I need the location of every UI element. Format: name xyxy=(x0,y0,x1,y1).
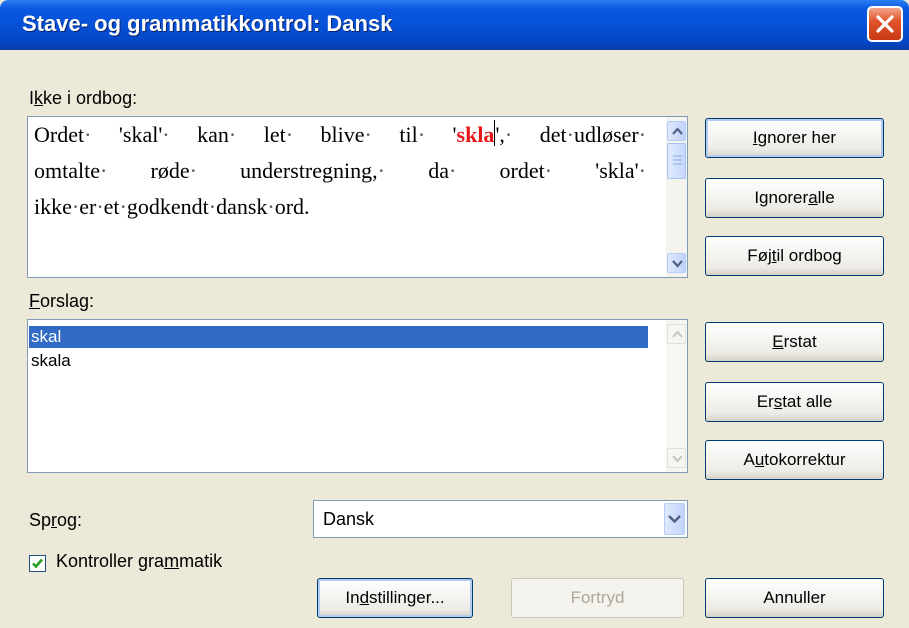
change-button[interactable]: Erstat xyxy=(705,322,884,362)
grip-icon xyxy=(673,155,682,165)
scroll-up-arrow-icon xyxy=(672,330,683,338)
scroll-thumb[interactable] xyxy=(667,143,686,179)
ignore-once-button[interactable]: Ignorer her xyxy=(705,118,884,158)
error-word: skla xyxy=(456,122,495,147)
suggestions-label: Forslag: xyxy=(29,291,95,311)
scroll-down-button[interactable] xyxy=(667,448,686,468)
suggestions-scrollbar[interactable] xyxy=(666,320,687,472)
checkmark-icon xyxy=(32,558,43,569)
scroll-down-arrow-icon xyxy=(672,455,683,463)
sentence-line-1: Ordet· 'skal'· kan· let· blive· til· 'sk… xyxy=(34,120,647,147)
autocorrect-button[interactable]: Au tokorrektur xyxy=(705,440,884,480)
grammar-checkbox[interactable] xyxy=(29,555,46,572)
scroll-down-button[interactable] xyxy=(667,253,686,273)
not-in-dictionary-textbox[interactable]: Ordet· 'skal'· kan· let· blive· til· 'sk… xyxy=(27,116,688,278)
textbox-scrollbar[interactable] xyxy=(666,117,687,277)
undo-button[interactable]: Fortryd xyxy=(511,578,684,618)
close-icon xyxy=(876,15,894,33)
add-to-dictionary-button[interactable]: Føj t il ordbog xyxy=(705,236,884,276)
scroll-down-arrow-icon xyxy=(672,260,683,268)
language-value: Dansk xyxy=(323,509,375,529)
sentence-text: Ordet· 'skal'· kan· let· blive· til· 'sk… xyxy=(34,117,646,225)
sentence-line-2: omtalte· røde· understregning,· da· ordet·'s… xyxy=(34,158,646,183)
dropdown-button[interactable] xyxy=(664,503,685,535)
language-dropdown[interactable]: Dansk xyxy=(313,500,688,538)
change-all-button[interactable]: Er s tat alle xyxy=(705,382,884,422)
dropdown-arrow-icon xyxy=(668,515,681,524)
scroll-up-button[interactable] xyxy=(667,121,686,141)
cancel-button[interactable]: Annuller xyxy=(705,578,884,618)
scroll-up-arrow-icon xyxy=(672,127,683,135)
suggestion-item[interactable]: skala xyxy=(29,350,648,372)
suggestions-list[interactable]: skal skala xyxy=(27,319,688,473)
ignore-all-button[interactable]: Ignorer a lle xyxy=(705,178,884,218)
not-in-dictionary-label: Ikke i ordbog: xyxy=(29,88,138,108)
scroll-up-button[interactable] xyxy=(667,324,686,344)
sentence-line-3: ikke·er·et·godkendt·dansk·ord. xyxy=(34,194,310,219)
title-bar: Stave- og grammatikkontrol: Dansk xyxy=(0,0,909,50)
language-label: Sprog: xyxy=(29,510,83,530)
options-button[interactable]: In d stillinger... xyxy=(317,578,473,618)
close-button[interactable] xyxy=(867,6,903,42)
suggestion-item[interactable]: skal xyxy=(29,326,648,348)
window-title: Stave- og grammatikkontrol: Dansk xyxy=(22,11,393,36)
grammar-checkbox-label[interactable]: Kontroller grammatik xyxy=(56,551,222,572)
